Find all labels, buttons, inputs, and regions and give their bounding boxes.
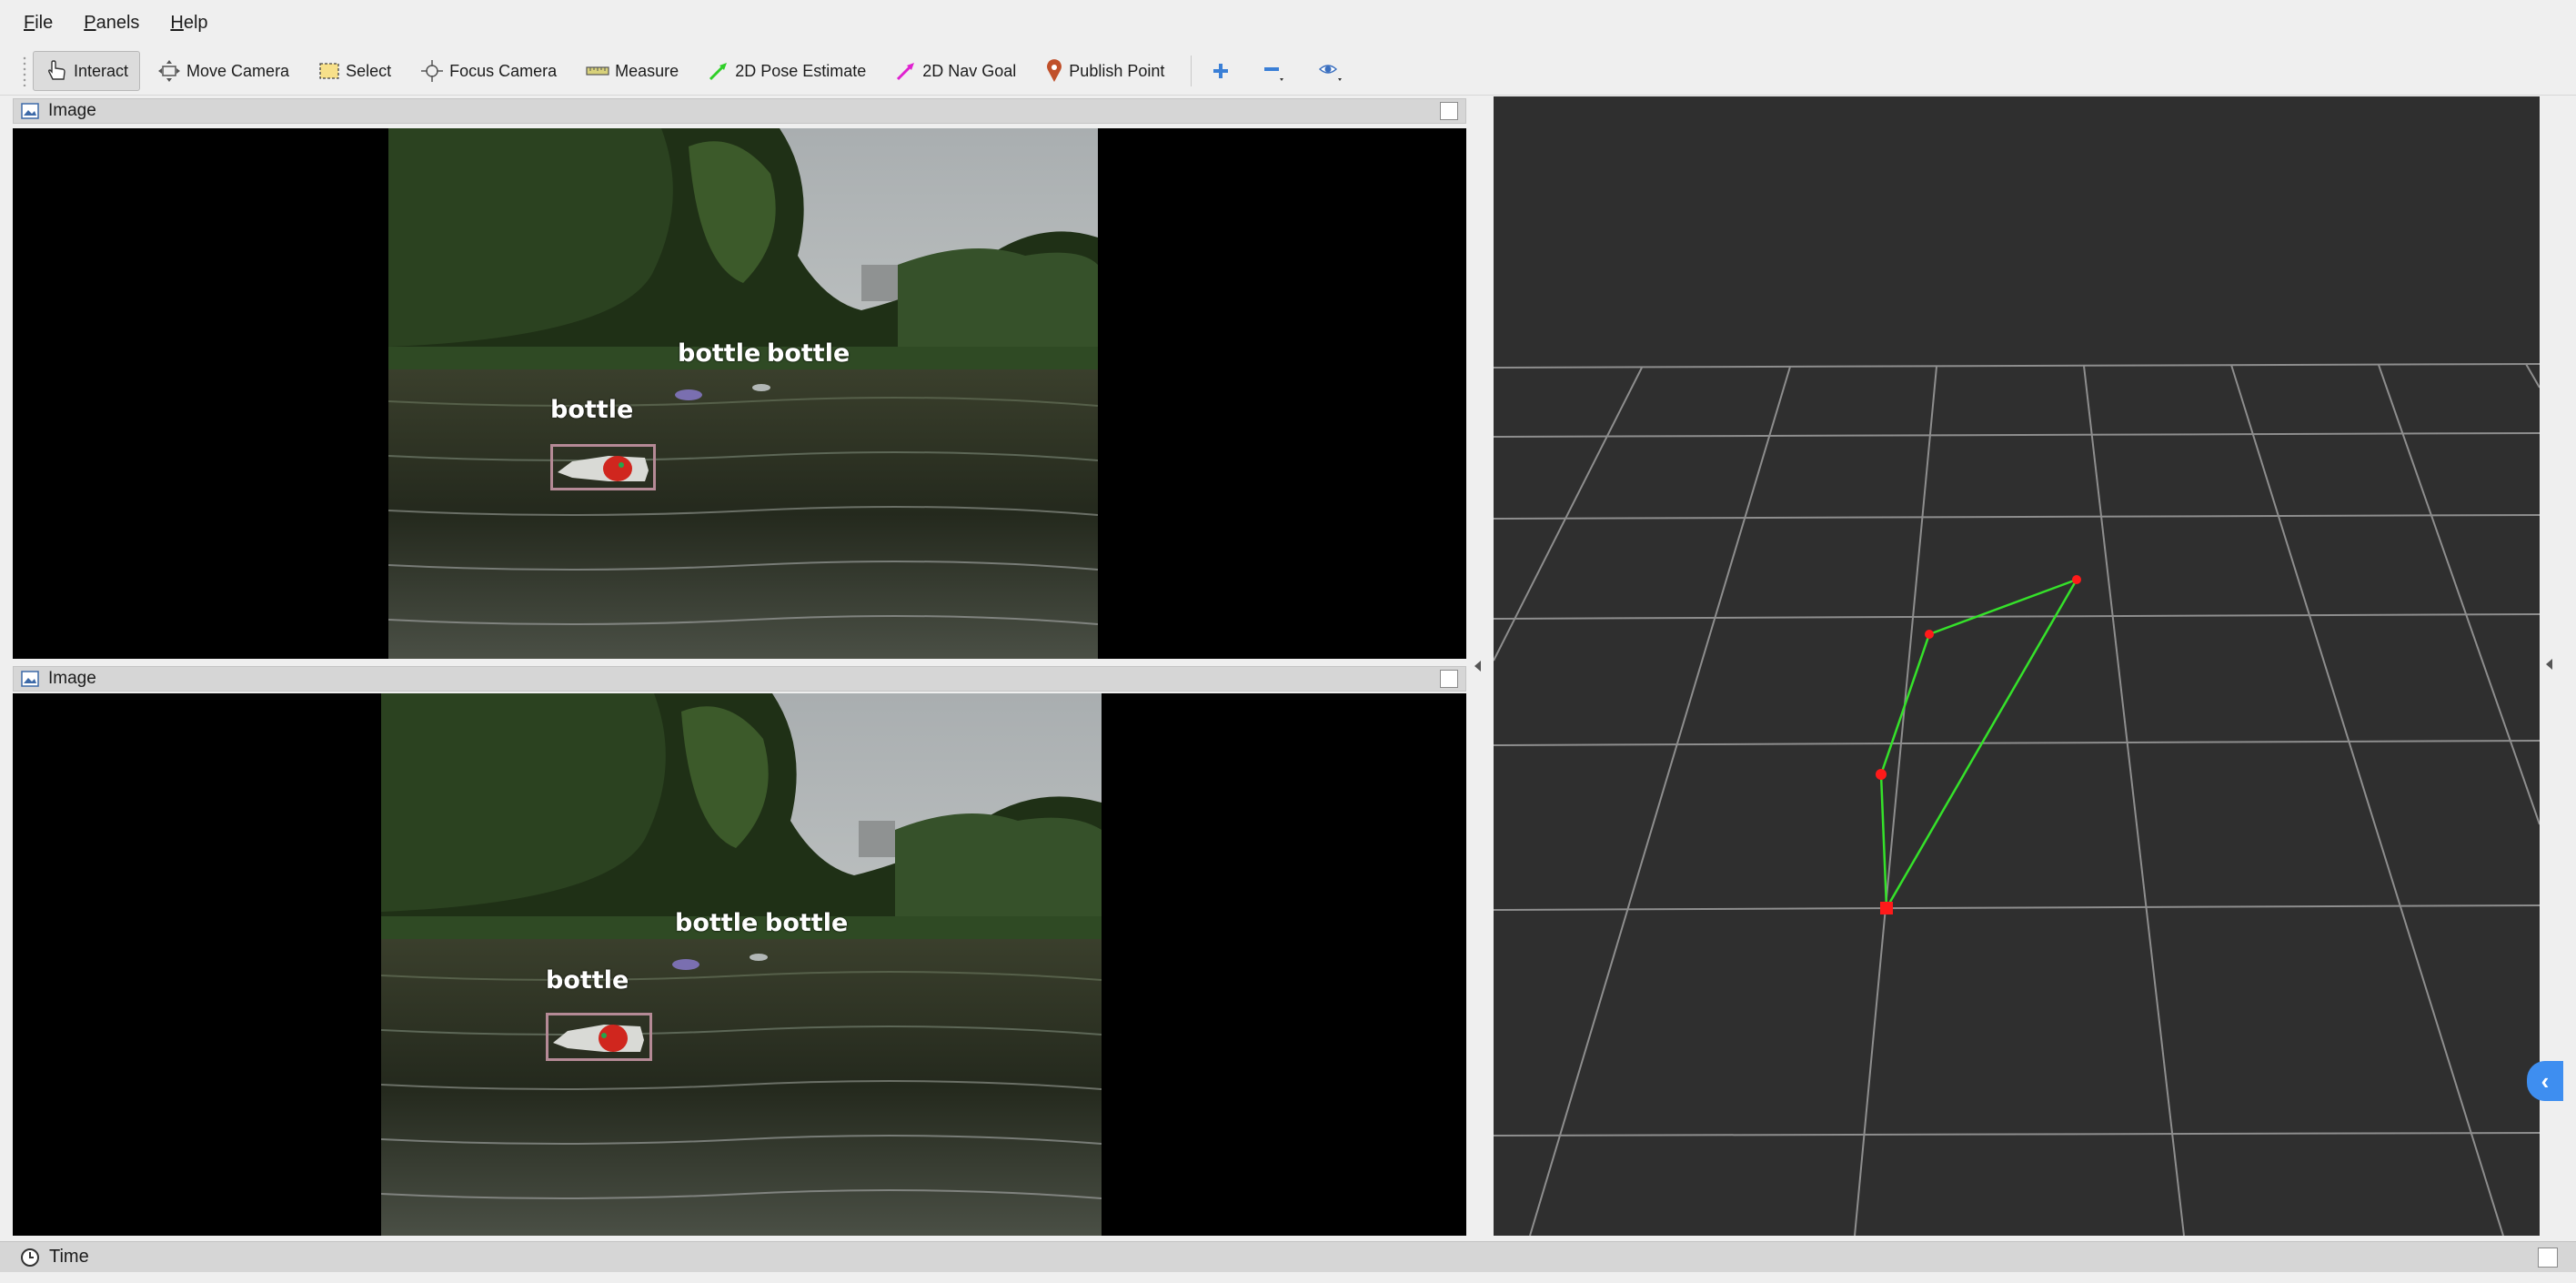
- detection-label: bottle: [550, 396, 634, 424]
- toolbar-grip[interactable]: [22, 56, 27, 86]
- clock-icon: [21, 1248, 39, 1267]
- move-camera-icon: [158, 60, 181, 82]
- path-point-marker[interactable]: [1880, 902, 1893, 914]
- time-panel-close-box[interactable]: [2538, 1248, 2558, 1268]
- focus-camera-tool-button[interactable]: Focus Camera: [408, 51, 569, 91]
- chevron-left-icon: ‹: [2541, 1066, 2550, 1095]
- detection-label: bottle: [675, 909, 759, 937]
- plus-icon: [1213, 64, 1229, 78]
- 3d-render-view[interactable]: [1494, 96, 2540, 1236]
- remove-tool-button[interactable]: [1252, 51, 1303, 91]
- detection-label: bottle: [767, 339, 850, 368]
- top-camera-photo: bottle bottle bottle: [388, 128, 1098, 659]
- view-options-button[interactable]: [1308, 51, 1361, 91]
- minus-icon: [1264, 67, 1284, 81]
- eye-icon: [1319, 65, 1343, 81]
- hand-pointer-icon: [47, 60, 65, 80]
- menu-bar: File Panels Help: [0, 0, 2576, 45]
- tool-toolbar: Interact Move Camera Select Focus Camera…: [0, 47, 2576, 96]
- ruler-icon: [586, 66, 609, 76]
- bottom-image-panel-title[interactable]: Image: [13, 666, 1466, 692]
- path-point-marker[interactable]: [2072, 575, 2081, 584]
- add-tool-button[interactable]: [1201, 51, 1246, 91]
- top-image-panel-title[interactable]: Image: [13, 98, 1466, 124]
- time-panel-title[interactable]: Time: [0, 1241, 2576, 1272]
- map-pin-icon: [1047, 59, 1062, 82]
- toolbar-separator: [1191, 56, 1192, 86]
- bottle-image: [558, 456, 649, 481]
- pane-splitter[interactable]: [1470, 98, 1492, 1236]
- image-panel-icon: [21, 671, 39, 687]
- move-camera-tool-button[interactable]: Move Camera: [146, 51, 301, 91]
- detection-label: bottle: [678, 339, 761, 368]
- select-tool-button[interactable]: Select: [307, 51, 403, 91]
- path-point-marker[interactable]: [1876, 769, 1887, 780]
- top-image-view: bottle bottle bottle: [13, 128, 1466, 659]
- splitter-arrow-icon: [2546, 659, 2552, 670]
- path-point-marker[interactable]: [1925, 630, 1934, 639]
- nav-goal-tool-button[interactable]: 2D Nav Goal: [883, 51, 1028, 91]
- 3d-grid-scene: [1494, 363, 2540, 1236]
- focus-camera-icon: [421, 60, 444, 82]
- splitter-arrow-icon: [1474, 661, 1481, 672]
- pose-estimate-tool-button[interactable]: 2D Pose Estimate: [696, 51, 878, 91]
- select-icon: [319, 63, 339, 79]
- menu-help[interactable]: Help: [165, 9, 213, 37]
- image-panel-icon: [21, 103, 39, 119]
- collapse-panel-button[interactable]: ‹: [2527, 1061, 2563, 1101]
- magenta-arrow-icon: [897, 63, 915, 81]
- publish-point-tool-button[interactable]: Publish Point: [1033, 51, 1176, 91]
- bottom-image-view: bottle bottle bottle: [13, 693, 1466, 1236]
- detection-label: bottle: [765, 909, 849, 937]
- interact-tool-button[interactable]: Interact: [33, 51, 141, 91]
- menu-file[interactable]: File: [18, 9, 58, 37]
- green-arrow-icon: [709, 63, 728, 81]
- detection-label: bottle: [546, 966, 629, 995]
- menu-panels[interactable]: Panels: [78, 9, 145, 37]
- bottom-camera-photo: bottle bottle bottle: [381, 693, 1102, 1236]
- bottle-image: [553, 1025, 644, 1052]
- bottom-image-panel-close-box[interactable]: [1440, 670, 1458, 688]
- top-image-panel-close-box[interactable]: [1440, 102, 1458, 120]
- measure-tool-button[interactable]: Measure: [574, 51, 690, 91]
